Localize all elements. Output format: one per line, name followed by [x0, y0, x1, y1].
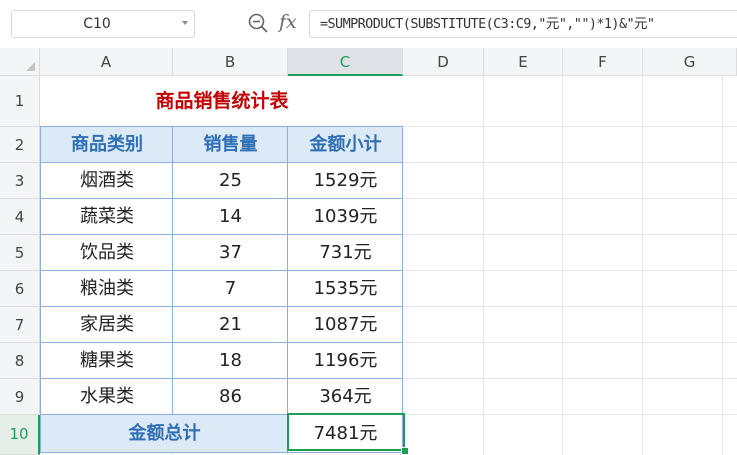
name-box[interactable]: C10 [11, 10, 195, 38]
column-header-g[interactable]: G [643, 48, 737, 76]
header-category[interactable]: 商品类别 [41, 127, 173, 163]
formula-text: =SUMPRODUCT(SUBSTITUTE(C3:C9,"元","")*1)&… [320, 16, 655, 32]
cell-quantity[interactable]: 7 [173, 271, 288, 307]
selected-cell-outline [287, 413, 405, 451]
column-header-b[interactable]: B [173, 48, 288, 76]
header-quantity[interactable]: 销售量 [173, 127, 288, 163]
cell-category[interactable]: 水果类 [41, 379, 173, 415]
table-border [402, 126, 403, 453]
cell-amount[interactable]: 731元 [288, 235, 403, 271]
cell-amount[interactable]: 1087元 [288, 307, 403, 343]
row-header-3[interactable]: 3 [0, 163, 40, 199]
select-all-corner[interactable] [0, 48, 40, 76]
table-border [40, 126, 41, 453]
cell-quantity[interactable]: 25 [173, 163, 288, 199]
cell-category[interactable]: 糖果类 [41, 343, 173, 379]
table-border [40, 342, 403, 343]
cell-quantity[interactable]: 86 [173, 379, 288, 415]
row-header-1[interactable]: 1 [0, 76, 40, 127]
total-label[interactable]: 金额总计 [41, 415, 288, 453]
gridline [562, 76, 563, 455]
row-header-9[interactable]: 9 [0, 379, 40, 415]
select-all-icon [26, 62, 35, 71]
cell-category[interactable]: 粮油类 [41, 271, 173, 307]
row-header-4[interactable]: 4 [0, 199, 40, 235]
column-header-d[interactable]: D [403, 48, 484, 76]
function-icon[interactable]: fx [279, 9, 303, 35]
cell-quantity[interactable]: 18 [173, 343, 288, 379]
cell-category[interactable]: 蔬菜类 [41, 199, 173, 235]
table-border [40, 306, 403, 307]
row-header-6[interactable]: 6 [0, 271, 40, 307]
fill-handle[interactable] [401, 447, 409, 455]
table-border [287, 126, 288, 453]
column-header-f[interactable]: F [563, 48, 643, 76]
column-header-a[interactable]: A [40, 48, 173, 76]
table-border [40, 126, 403, 127]
table-border [40, 234, 403, 235]
table-border [40, 452, 403, 453]
table-border [40, 162, 403, 163]
gridline [722, 76, 723, 455]
cell-amount[interactable]: 1535元 [288, 271, 403, 307]
cell-quantity[interactable]: 37 [173, 235, 288, 271]
table-border [40, 198, 403, 199]
name-box-value: C10 [83, 16, 111, 32]
table-border [40, 270, 403, 271]
zoom-formula-icon[interactable] [247, 12, 269, 34]
column-header-e[interactable]: E [484, 48, 563, 76]
row-header-10[interactable]: 10 [0, 415, 40, 455]
formula-input[interactable]: =SUMPRODUCT(SUBSTITUTE(C3:C9,"元","")*1)&… [309, 10, 737, 38]
cell-category[interactable]: 烟酒类 [41, 163, 173, 199]
header-amount[interactable]: 金额小计 [288, 127, 403, 163]
cell-quantity[interactable]: 14 [173, 199, 288, 235]
row-header-2[interactable]: 2 [0, 127, 40, 163]
row-header-7[interactable]: 7 [0, 307, 40, 343]
cell-amount[interactable]: 1039元 [288, 199, 403, 235]
row-header-5[interactable]: 5 [0, 235, 40, 271]
gridline [483, 76, 484, 455]
cell-quantity[interactable]: 21 [173, 307, 288, 343]
formula-bar: C10 fx =SUMPRODUCT(SUBSTITUTE(C3:C9,"元",… [0, 0, 737, 48]
cell-category[interactable]: 饮品类 [41, 235, 173, 271]
cell-amount[interactable]: 1529元 [288, 163, 403, 199]
sheet-title[interactable]: 商品销售统计表 [41, 77, 403, 126]
row-header-8[interactable]: 8 [0, 343, 40, 379]
cell-amount[interactable]: 364元 [288, 379, 403, 415]
column-header-c[interactable]: C [288, 48, 403, 76]
table-border [40, 378, 403, 379]
chevron-down-icon[interactable] [182, 21, 188, 25]
gridline [642, 76, 643, 455]
cell-amount[interactable]: 1196元 [288, 343, 403, 379]
cell-category[interactable]: 家居类 [41, 307, 173, 343]
